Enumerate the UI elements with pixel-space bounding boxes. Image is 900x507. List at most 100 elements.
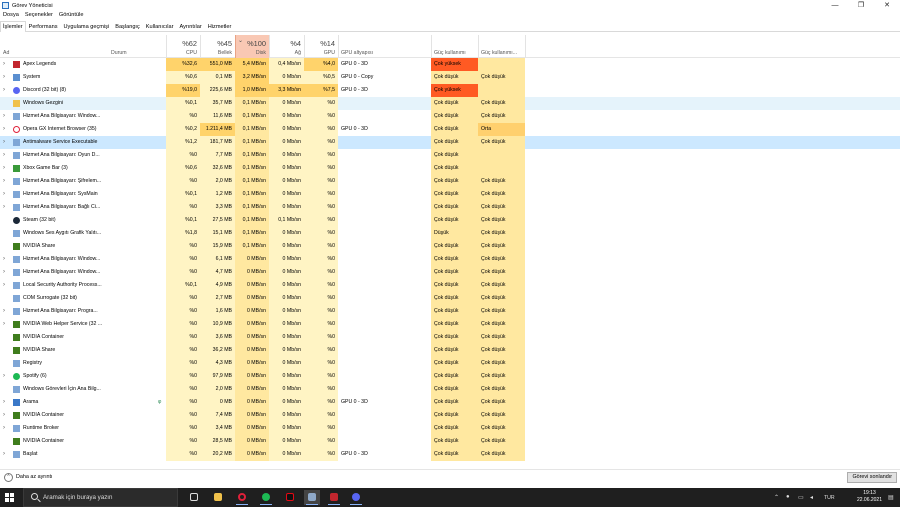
table-row[interactable]: › Hizmet Ana Bilgisayarı: Şifrelem... %0 2,… [0, 175, 900, 188]
expand-chevron-icon[interactable]: › [3, 188, 9, 201]
windows-start-icon[interactable] [5, 493, 15, 503]
expand-chevron-icon[interactable]: › [3, 175, 9, 188]
column-power-usage[interactable]: Güç kullanımı [431, 35, 478, 58]
notification-icon[interactable]: ▤ [888, 494, 894, 501]
tab-services[interactable]: Hizmetler [205, 21, 235, 31]
tab-startup[interactable]: Başlangıç [112, 21, 143, 31]
expand-chevron-icon[interactable]: › [3, 136, 9, 149]
table-row[interactable]: › Hizmet Ana Bilgisayarı: Window... %0 6,1 … [0, 253, 900, 266]
discord-tray-icon[interactable]: ● [786, 494, 790, 500]
table-row[interactable]: NVIDIA Container %0 3,6 MB 0 MB/sn 0 Mb/sn %0… [0, 331, 900, 344]
table-row[interactable]: Steam (32 bit) %0,1 27,5 MB 0,1 MB/sn 0,1 Mb… [0, 214, 900, 227]
tab-processes[interactable]: İşlemler [0, 21, 26, 32]
expand-chevron-icon[interactable]: › [3, 84, 9, 97]
expand-chevron-icon[interactable]: › [3, 422, 9, 435]
table-row[interactable]: › Xbox Game Bar (3) %0,6 32,6 MB 0,1 MB/sn 0 … [0, 162, 900, 175]
table-row[interactable]: Windows Gezgini %0,1 35,7 MB 0,1 MB/sn 0 Mb/… [0, 97, 900, 110]
column-gpu-engine[interactable]: GPU altyapısı [338, 35, 431, 58]
task-manager-taskbar-icon[interactable] [304, 490, 320, 505]
table-row[interactable]: › Antimalware Service Executable %1,2 181,7… [0, 136, 900, 149]
netflix-taskbar-icon[interactable] [282, 490, 298, 505]
table-row[interactable]: › Opera GX Internet Browser (35) %0,2 1.211… [0, 123, 900, 136]
clock[interactable]: 19:13 22.06.2021 [857, 490, 882, 504]
language-indicator[interactable]: TUR [824, 495, 835, 501]
expand-chevron-icon[interactable]: › [3, 279, 9, 292]
table-row[interactable]: › Hizmet Ana Bilgisayarı: Window... %0 11,6… [0, 110, 900, 123]
expand-chevron-icon[interactable]: › [3, 71, 9, 84]
maximize-button[interactable]: ❐ [848, 0, 874, 11]
expand-chevron-icon[interactable]: › [3, 409, 9, 422]
file-explorer-icon[interactable] [210, 490, 226, 505]
expand-chevron-icon[interactable]: › [3, 266, 9, 279]
table-row[interactable]: NVIDIA Share %0 15,9 MB 0,1 MB/sn 0 Mb/sn %0 Ç… [0, 240, 900, 253]
fewer-details-link[interactable]: Daha az ayrıntı [16, 474, 53, 480]
column-name[interactable]: Ad [0, 35, 108, 58]
table-row[interactable]: › Hizmet Ana Bilgisayarı: SysMain %0,1 1,2 … [0, 188, 900, 201]
table-row[interactable]: Windows Görevleri İçin Ana Bilg... %0 2,0 … [0, 383, 900, 396]
discord-taskbar-icon[interactable] [348, 490, 364, 505]
table-row[interactable]: › Arama φ %0 0 MB 0 MB/sn 0 Mb/sn %0 GPU 0 - 3D Ç… [0, 396, 900, 409]
menu-file[interactable]: Dosya [0, 11, 22, 20]
column-memory[interactable]: %45 Bellek [200, 35, 235, 58]
minimize-button[interactable]: — [822, 0, 848, 11]
power-cell: Çok düşük [431, 97, 478, 110]
table-row[interactable]: COM Surrogate (32 bit) %0 2,7 MB 0 MB/sn 0 M… [0, 292, 900, 305]
column-status[interactable]: Durum [108, 35, 166, 58]
tab-details[interactable]: Ayrıntılar [176, 21, 204, 31]
chevron-up-icon[interactable]: ⌃ [774, 494, 779, 501]
column-disk[interactable]: ⌄ %100 Disk [235, 35, 269, 58]
mem-cell: 32,6 MB [200, 162, 235, 175]
tab-users[interactable]: Kullanıcılar [143, 21, 177, 31]
column-power-usage-trend[interactable]: Güç kullanımı... [478, 35, 525, 58]
table-row[interactable]: › Hizmet Ana Bilgisayarı: Oyun D... %0 7,7 … [0, 149, 900, 162]
menu-view[interactable]: Görüntüle [56, 11, 87, 20]
table-row[interactable]: Registry %0 4,3 MB 0 MB/sn 0 Mb/sn %0 Çok düşü… [0, 357, 900, 370]
trend-cell: Çok düşük [478, 188, 525, 201]
expand-chevron-icon[interactable]: › [3, 370, 9, 383]
spotify-taskbar-icon[interactable] [258, 490, 274, 505]
network-icon[interactable]: ▭ [798, 494, 804, 501]
close-button[interactable]: ✕ [874, 0, 900, 11]
end-task-button[interactable]: Görevi sonlandır [847, 472, 897, 483]
volume-icon[interactable]: ◂ [810, 494, 813, 501]
expand-chevron-icon[interactable]: › [3, 305, 9, 318]
table-row[interactable]: › Hizmet Ana Bilgisayarı: Bağlı Ci... %0 3,… [0, 201, 900, 214]
table-row[interactable]: › Hizmet Ana Bilgisayarı: Progra... %0 1,6 … [0, 305, 900, 318]
table-row[interactable]: NVIDIA Share %0 36,2 MB 0 MB/sn 0 Mb/sn %0 Çok… [0, 344, 900, 357]
expand-chevron-icon[interactable]: › [3, 149, 9, 162]
table-row[interactable]: › NVIDIA Web Helper Service (32 ... %0 10,9… [0, 318, 900, 331]
expand-chevron-icon[interactable]: › [3, 58, 9, 71]
task-view-icon[interactable] [186, 490, 202, 505]
expand-chevron-icon[interactable]: › [3, 253, 9, 266]
apex-taskbar-icon[interactable] [326, 490, 342, 505]
menu-options[interactable]: Seçenekler [22, 11, 56, 20]
taskbar-search-box[interactable]: Aramak için buraya yazın [23, 488, 178, 507]
table-row[interactable]: › Spotify (6) %0 97,9 MB 0 MB/sn 0 Mb/sn %0 Çok… [0, 370, 900, 383]
engine-cell: GPU 0 - 3D [341, 399, 368, 405]
table-row[interactable]: › Apex Legends %32,6 551,0 MB 5,4 MB/sn 0,4 M… [0, 58, 900, 71]
chevron-up-circle-icon[interactable]: ⌃ [4, 473, 13, 482]
table-row[interactable]: › Local Security Authority Process... %0,1… [0, 279, 900, 292]
expand-chevron-icon[interactable]: › [3, 162, 9, 175]
table-row[interactable]: › System %0,6 0,1 MB 3,2 MB/sn 0 Mb/sn %0,5 GPU… [0, 71, 900, 84]
column-network[interactable]: %4 Ağ [269, 35, 304, 58]
column-gpu[interactable]: %14 GPU [304, 35, 338, 58]
table-row[interactable]: Windows Ses Aygıtı Grafik Yalıtı... %1,8 1… [0, 227, 900, 240]
expand-chevron-icon[interactable]: › [3, 110, 9, 123]
tab-performance[interactable]: Performans [26, 21, 61, 31]
expand-chevron-icon[interactable]: › [3, 318, 9, 331]
table-row[interactable]: › Başlat %0 20,2 MB 0 MB/sn 0 Mb/sn %0 GPU 0 - … [0, 448, 900, 461]
tab-app-history[interactable]: Uygulama geçmişi [61, 21, 113, 31]
expand-chevron-icon[interactable]: › [3, 396, 9, 409]
opera-gx-taskbar-icon[interactable] [234, 490, 250, 505]
expand-chevron-icon[interactable]: › [3, 448, 9, 461]
expand-chevron-icon[interactable]: › [3, 123, 9, 136]
disk-cell: 0 MB/sn [235, 370, 269, 383]
table-row[interactable]: › Discord (32 bit) (8) %19,0 225,6 MB 1,0 MB… [0, 84, 900, 97]
table-row[interactable]: › Runtime Broker %0 3,4 MB 0 MB/sn 0 Mb/sn %0 Ç… [0, 422, 900, 435]
expand-chevron-icon[interactable]: › [3, 201, 9, 214]
table-row[interactable]: › Hizmet Ana Bilgisayarı: Window... %0 4,7 … [0, 266, 900, 279]
table-row[interactable]: › NVIDIA Container %0 7,4 MB 0 MB/sn 0 Mb/sn%… [0, 409, 900, 422]
table-row[interactable]: NVIDIA Container %0 28,5 MB 0 MB/sn 0 Mb/sn%… [0, 435, 900, 448]
column-cpu[interactable]: %62 CPU [166, 35, 200, 58]
